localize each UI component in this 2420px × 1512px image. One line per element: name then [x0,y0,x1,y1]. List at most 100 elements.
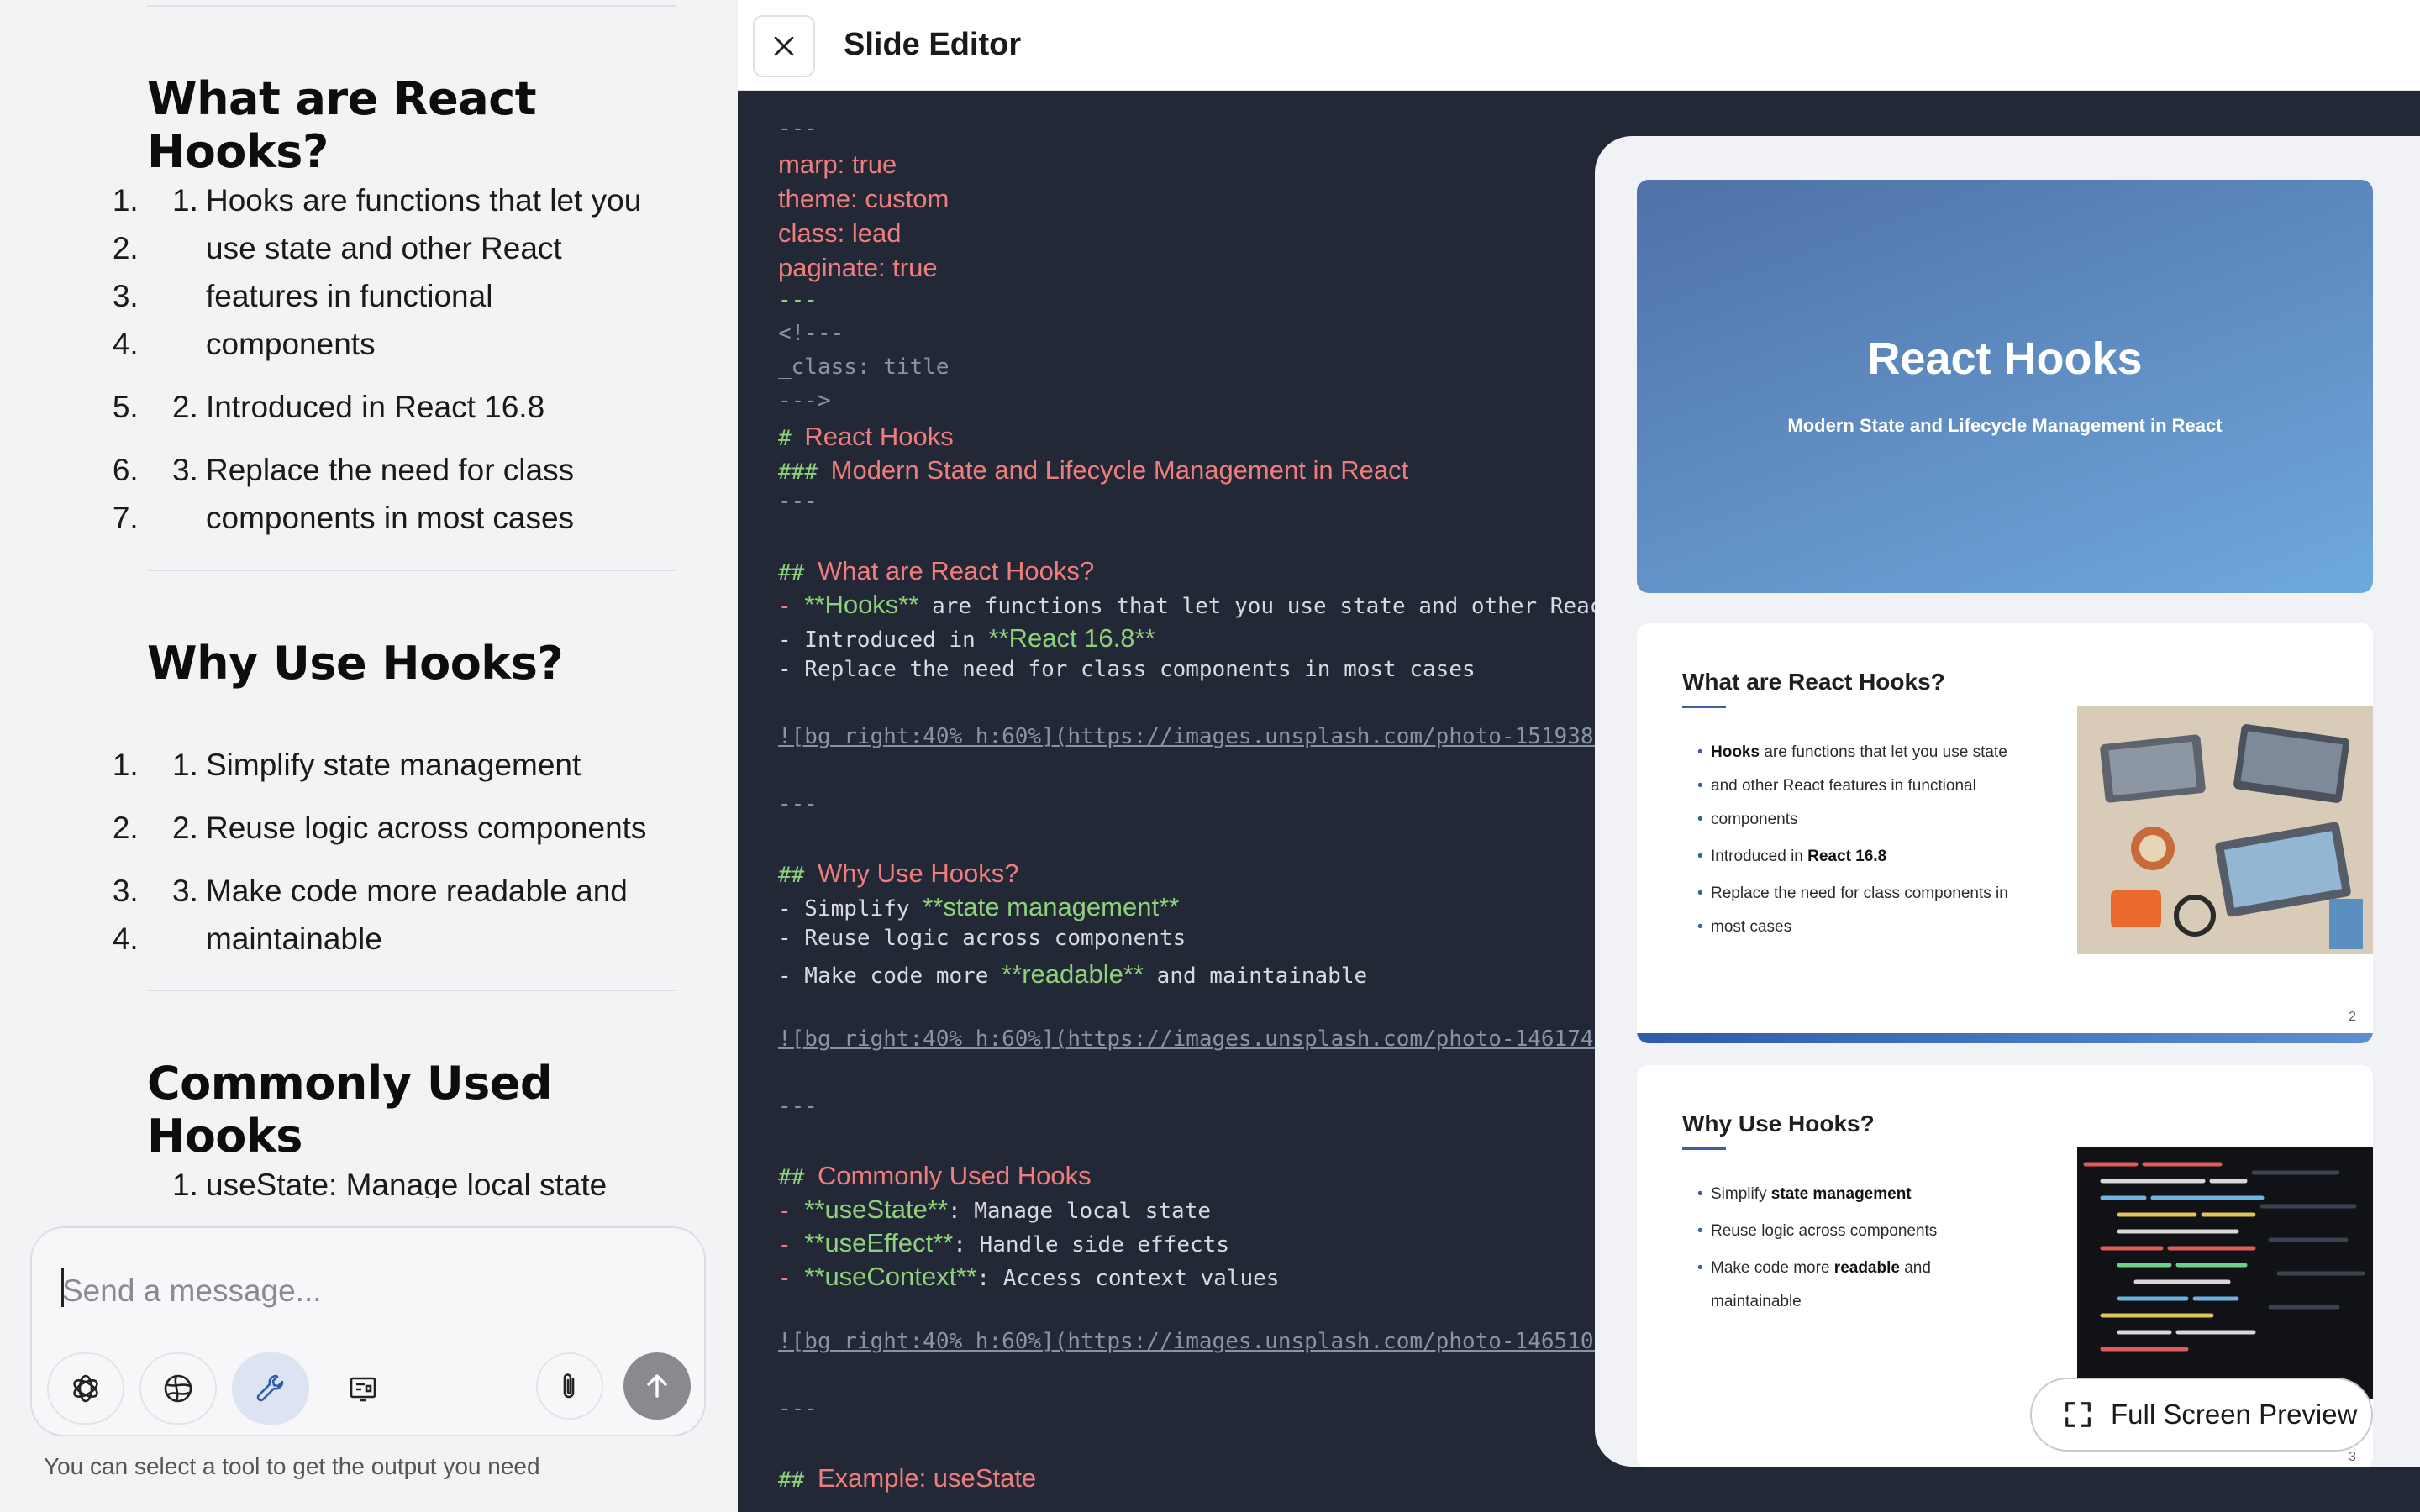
code-text: - Replace the need for class components … [778,657,1476,682]
code-text: : Access context values [976,1266,1280,1291]
laptops-photo [2077,706,2373,954]
list-number: 3. [172,874,198,908]
slide-thumbnail-2[interactable]: What are React Hooks? Hooks are function… [1637,623,2373,1043]
section-why-hooks: Why Use Hooks? [147,637,564,690]
code-text: ![bg right:40% h:60%]( [778,1026,1068,1052]
code-text: Modern State and Lifecycle Management in… [830,455,1409,485]
page-number: 2 [2349,1010,2356,1024]
code-text: --- [778,791,818,816]
code-screen-illustration [2077,1147,2373,1399]
code-line: - **useState**: Manage local state [778,1194,1211,1228]
model-button[interactable] [47,1352,124,1425]
list-text: Make code more readable and [206,874,628,908]
code-text: - [778,1232,805,1257]
bullet: Reuse logic across components [1697,1215,2025,1248]
code-text: - [778,594,805,619]
code-photo [2077,1147,2373,1399]
web-search-button[interactable] [139,1352,217,1425]
wrench-icon [256,1374,284,1402]
code-text: **useEffect** [804,1228,954,1257]
code-text: **React 16.8** [988,623,1155,653]
list-why-hooks: 1.Simplify state management 2.Reuse logi… [147,741,676,978]
code-text: What are React Hooks? [817,556,1095,585]
code-line: --- [778,791,818,825]
slide-title: Why Use Hooks? [1682,1110,1875,1137]
text-caret [61,1268,64,1307]
code-line: - Make code more **readable** and mainta… [778,959,1367,993]
tools-button[interactable] [232,1352,309,1425]
list-number: 2. [172,390,198,424]
code-text: ### [778,459,831,485]
image-url-link[interactable]: https://images.unsplash.com/photo-151938… [1067,724,1646,749]
list-what-are-hooks: 1.Hooks are functions that let you use s… [147,176,676,557]
code-text: --- [778,287,818,312]
divider [147,5,676,7]
code-text: theme: custom [778,184,950,213]
list-text: maintainable [206,921,382,956]
list-item-cont: components in most cases [147,494,676,542]
code-text: # [778,426,805,451]
divider [147,570,676,571]
code-text: **readable** [1002,959,1144,989]
image-url-link[interactable]: https://images.unsplash.com/photo-146174… [1067,1026,1646,1052]
slides-icon [350,1377,376,1402]
code-text: ![bg right:40% h:60%]( [778,1329,1068,1354]
section-what-are-hooks: What are React Hooks? [147,72,676,178]
list-item-cont: use state and other React [147,224,676,272]
page-number: 3 [2349,1450,2356,1464]
code-line: ---> [778,388,831,422]
close-editor-button[interactable] [753,15,815,77]
code-line: ## What are React Hooks? [778,556,1094,590]
code-line: - **useContext**: Access context values [778,1262,1279,1295]
code-text: **state management** [923,892,1180,921]
code-text: **useContext** [804,1262,977,1291]
list-item: 1.Simplify state management [147,741,676,789]
image-url-link[interactable]: https://images.unsplash.com/photo-146510… [1067,1329,1646,1354]
attach-button[interactable] [536,1352,603,1420]
bullet: Make code more readable and maintainable [1697,1252,2025,1319]
list-text: components in most cases [206,501,575,535]
code-line: ## Commonly Used Hooks [778,1161,1092,1194]
arrow-up-icon [647,1374,667,1398]
list-item: 1. useState: Manage local state [147,1161,676,1198]
bullet-text: most cases [1711,918,1792,936]
code-text: --- [778,116,818,141]
code-line: - Simplify **state management** [778,892,1179,926]
bullet-text: and other React features in functional [1711,777,1976,795]
list-item: 2.Introduced in React 16.8 [147,383,676,431]
list-text: Reuse logic across components [206,811,647,845]
code-text: marp: true [778,150,897,179]
code-line: <!--- [778,321,844,354]
code-text: paginate: true [778,253,938,282]
bullet-bold: readable [1833,1259,1900,1277]
list-number: 1. [172,183,198,218]
code-line: ## Example: useState [778,1463,1036,1497]
list-number: 2. [172,811,198,845]
list-item-cont: features in functional [147,272,676,320]
full-screen-preview-button[interactable]: Full Screen Preview [2030,1378,2373,1452]
section-heading: Why Use Hooks? [147,637,564,690]
list-item-cont: maintainable [147,915,676,963]
section-heading: Commonly Used Hooks [147,1057,553,1163]
slides-tool-button[interactable] [324,1352,402,1425]
code-line: theme: custom [778,184,949,218]
code-line: --- [778,1396,818,1430]
editor-header: Slide Editor [738,0,2420,91]
bullet-text: Reuse logic across components [1711,1222,1938,1240]
code-line: ## Why Use Hooks? [778,858,1018,892]
send-button[interactable] [623,1352,691,1420]
code-text: : Handle side effects [953,1232,1229,1257]
full-screen-preview-label: Full Screen Preview [2111,1399,2358,1430]
code-text: - Introduced in [778,627,989,653]
list-text: use state and other React [206,231,562,265]
code-line: - Introduced in **React 16.8** [778,623,1155,657]
message-input[interactable] [62,1270,667,1312]
list-item: 3.Make code more readable and [147,867,676,915]
list-common-hooks: 1. useState: Manage local state [147,1161,676,1198]
code-text: are functions that let you use state and… [918,594,1617,619]
composer-hint: You can select a tool to get the output … [44,1453,540,1479]
bullet-text: are functions that let you use state [1760,743,2007,761]
slide-preview[interactable]: React Hooks Modern State and Lifecycle M… [1595,136,2420,1467]
slide-footer-bar [1637,1033,2373,1043]
slide-thumbnail-1[interactable]: React Hooks Modern State and Lifecycle M… [1637,180,2373,593]
